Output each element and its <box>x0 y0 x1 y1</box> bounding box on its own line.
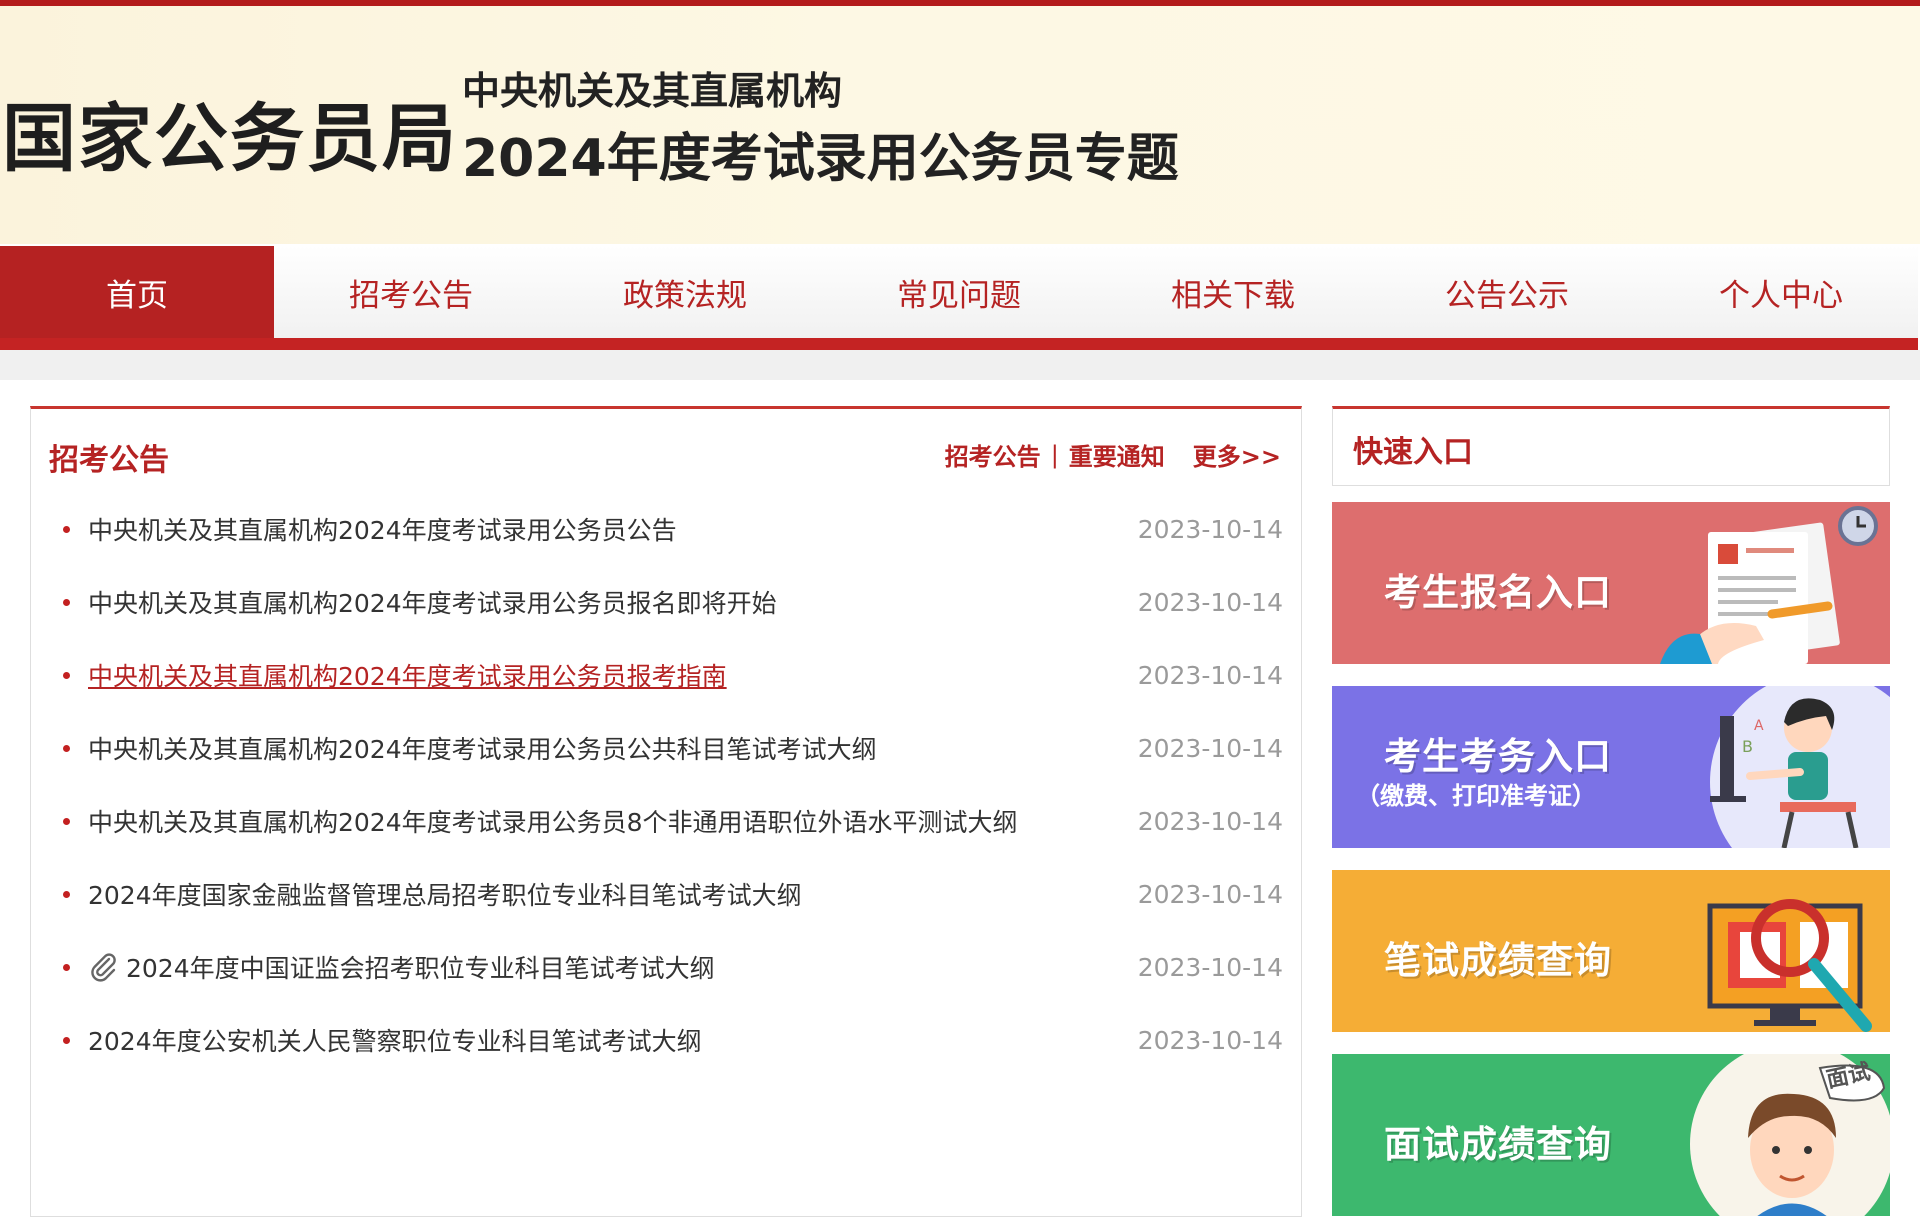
news-item-title[interactable]: 2024年度公安机关人民警察职位专业科目笔试考试大纲 <box>88 1022 702 1058</box>
site-brand[interactable]: 国家公务员局 <box>2 94 458 184</box>
interview-score-query-button[interactable]: 面试成绩查询 面试 <box>1332 1054 1890 1216</box>
nav-item-faq[interactable]: 常见问题 <box>822 246 1096 338</box>
news-item-date: 2023-10-14 <box>1137 660 1283 690</box>
news-list-item: 中央机关及其直属机构2024年度考试录用公务员公告 2023-10-14 <box>63 509 1283 549</box>
student-at-computer-icon: B A <box>1710 686 1890 848</box>
paperclip-icon <box>91 953 116 982</box>
news-list-item: 2024年度国家金融监督管理总局招考职位专业科目笔试考试大纲 2023-10-1… <box>63 874 1283 914</box>
nav-shadow-band <box>0 350 1920 380</box>
news-list-item: 中央机关及其直属机构2024年度考试录用公务员公共科目笔试考试大纲 2023-1… <box>63 728 1283 768</box>
nav-underline-bar <box>0 338 1918 350</box>
header-subtitle-line2: 2024年度考试录用公务员专题 <box>462 129 1179 189</box>
interview-score-query-label: 面试成绩查询 <box>1384 1123 1612 1166</box>
news-item-date: 2023-10-14 <box>1137 587 1283 617</box>
monitor-magnifier-icon <box>1707 899 1872 1032</box>
news-item-date: 2023-10-14 <box>1137 514 1283 544</box>
news-list-item: 中央机关及其直属机构2024年度考试录用公务员报名即将开始 2023-10-14 <box>63 582 1283 622</box>
news-item-date: 2023-10-14 <box>1137 879 1283 909</box>
bullet-dot-icon <box>63 963 70 971</box>
news-item-title[interactable]: 2024年度中国证监会招考职位专业科目笔试考试大纲 <box>126 949 715 985</box>
exam-affairs-entry-label: 考生考务入口 <box>1384 735 1612 778</box>
bullet-dot-icon <box>63 525 70 533</box>
news-item-date: 2023-10-14 <box>1137 806 1283 836</box>
registration-form-icon <box>1660 506 1878 664</box>
news-item-title[interactable]: 中央机关及其直属机构2024年度考试录用公务员公告 <box>88 511 677 547</box>
site-header: 国家公务员局 中央机关及其直属机构 2024年度考试录用公务员专题 <box>0 6 1920 244</box>
quick-entry-title: 快速入口 <box>1353 435 1473 470</box>
announcements-tab-links: 招考公告 | 重要通知 更多>> <box>945 437 1281 472</box>
news-item-title[interactable]: 2024年度国家金融监督管理总局招考职位专业科目笔试考试大纲 <box>88 876 802 912</box>
svg-text:B: B <box>1742 737 1753 756</box>
nav-item-personal-center[interactable]: 个人中心 <box>1644 246 1918 338</box>
bullet-dot-icon <box>63 744 70 752</box>
bullet-dot-icon <box>63 817 70 825</box>
registration-entry-label: 考生报名入口 <box>1384 571 1612 614</box>
nav-item-home[interactable]: 首页 <box>0 246 274 338</box>
bullet-dot-icon <box>63 1036 70 1044</box>
news-list-item: 2024年度公安机关人民警察职位专业科目笔试考试大纲 2023-10-14 <box>63 1020 1283 1060</box>
bullet-dot-icon <box>63 890 70 898</box>
nav-item-downloads[interactable]: 相关下载 <box>1096 246 1370 338</box>
tab-link-recruitment[interactable]: 招考公告 <box>945 437 1041 472</box>
quick-entry-header: 快速入口 <box>1332 406 1890 486</box>
exam-affairs-entry-sublabel: （缴费、打印准考证） <box>1356 782 1596 810</box>
bullet-dot-icon <box>63 598 70 606</box>
registration-entry-button[interactable]: 考生报名入口 <box>1332 502 1890 664</box>
nav-item-policies[interactable]: 政策法规 <box>548 246 822 338</box>
bullet-dot-icon <box>63 671 70 679</box>
news-list-item: 中央机关及其直属机构2024年度考试录用公务员报考指南 2023-10-14 <box>63 655 1283 695</box>
written-score-query-button[interactable]: 笔试成绩查询 <box>1332 870 1890 1032</box>
tab-link-important-notices[interactable]: 重要通知 <box>1069 437 1165 472</box>
written-score-query-label: 笔试成绩查询 <box>1384 939 1612 982</box>
news-item-date: 2023-10-14 <box>1137 952 1283 982</box>
news-list-item: 中央机关及其直属机构2024年度考试录用公务员8个非通用语职位外语水平测试大纲 … <box>63 801 1283 841</box>
tab-link-separator: | <box>1050 440 1059 469</box>
news-item-title[interactable]: 中央机关及其直属机构2024年度考试录用公务员公共科目笔试考试大纲 <box>88 730 877 766</box>
announcements-panel: 招考公告 招考公告 | 重要通知 更多>> 中央机关及其直属机构2024年度考试… <box>30 406 1302 1217</box>
exam-affairs-entry-button[interactable]: 考生考务入口 （缴费、打印准考证） B A <box>1332 686 1890 848</box>
news-item-date: 2023-10-14 <box>1137 1025 1283 1055</box>
svg-text:A: A <box>1754 718 1764 734</box>
nav-item-public-notices[interactable]: 公告公示 <box>1370 246 1644 338</box>
announcements-title: 招考公告 <box>49 443 169 478</box>
nav-item-recruitment-announcements[interactable]: 招考公告 <box>274 246 548 338</box>
news-item-title[interactable]: 中央机关及其直属机构2024年度考试录用公务员报考指南 <box>88 657 727 693</box>
main-nav: 首页 招考公告 政策法规 常见问题 相关下载 公告公示 个人中心 <box>0 246 1918 338</box>
news-list-item: 2024年度中国证监会招考职位专业科目笔试考试大纲 2023-10-14 <box>63 947 1283 987</box>
more-link[interactable]: 更多>> <box>1193 437 1281 472</box>
news-item-date: 2023-10-14 <box>1137 733 1283 763</box>
header-subtitle-line1: 中央机关及其直属机构 <box>462 69 843 113</box>
news-item-title[interactable]: 中央机关及其直属机构2024年度考试录用公务员报名即将开始 <box>88 584 777 620</box>
news-item-title[interactable]: 中央机关及其直属机构2024年度考试录用公务员8个非通用语职位外语水平测试大纲 <box>88 803 1018 839</box>
